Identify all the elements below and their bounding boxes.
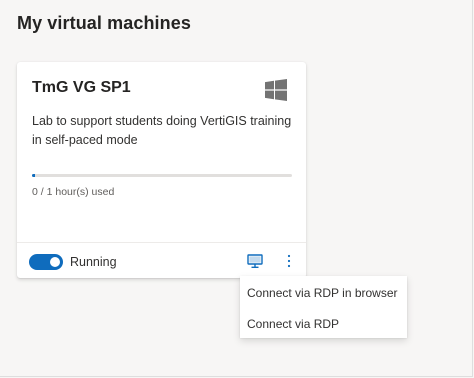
vm-description: Lab to support students doing VertiGIS t… — [32, 114, 292, 147]
menu-item-rdp[interactable]: Connect via RDP — [240, 309, 407, 339]
card-footer-divider — [17, 242, 306, 243]
monitor-icon[interactable] — [246, 252, 264, 270]
vm-status-label: Running — [70, 255, 117, 269]
connect-menu: Connect via RDP in browser Connect via R… — [240, 276, 407, 338]
page-title: My virtual machines — [17, 13, 191, 33]
vm-name: TmG VG SP1 — [32, 79, 131, 96]
more-vertical-icon[interactable] — [282, 252, 296, 270]
menu-item-rdp-browser[interactable]: Connect via RDP in browser — [240, 278, 407, 308]
vm-card: TmG VG SP1 Lab to support students doing… — [17, 62, 306, 278]
windows-icon — [265, 79, 287, 101]
vm-state-toggle[interactable] — [29, 254, 63, 270]
usage-progress-fill — [32, 174, 36, 177]
toggle-knob — [50, 257, 60, 267]
usage-progress-bar — [32, 174, 292, 177]
usage-text: 0 / 1 hour(s) used — [32, 186, 115, 198]
